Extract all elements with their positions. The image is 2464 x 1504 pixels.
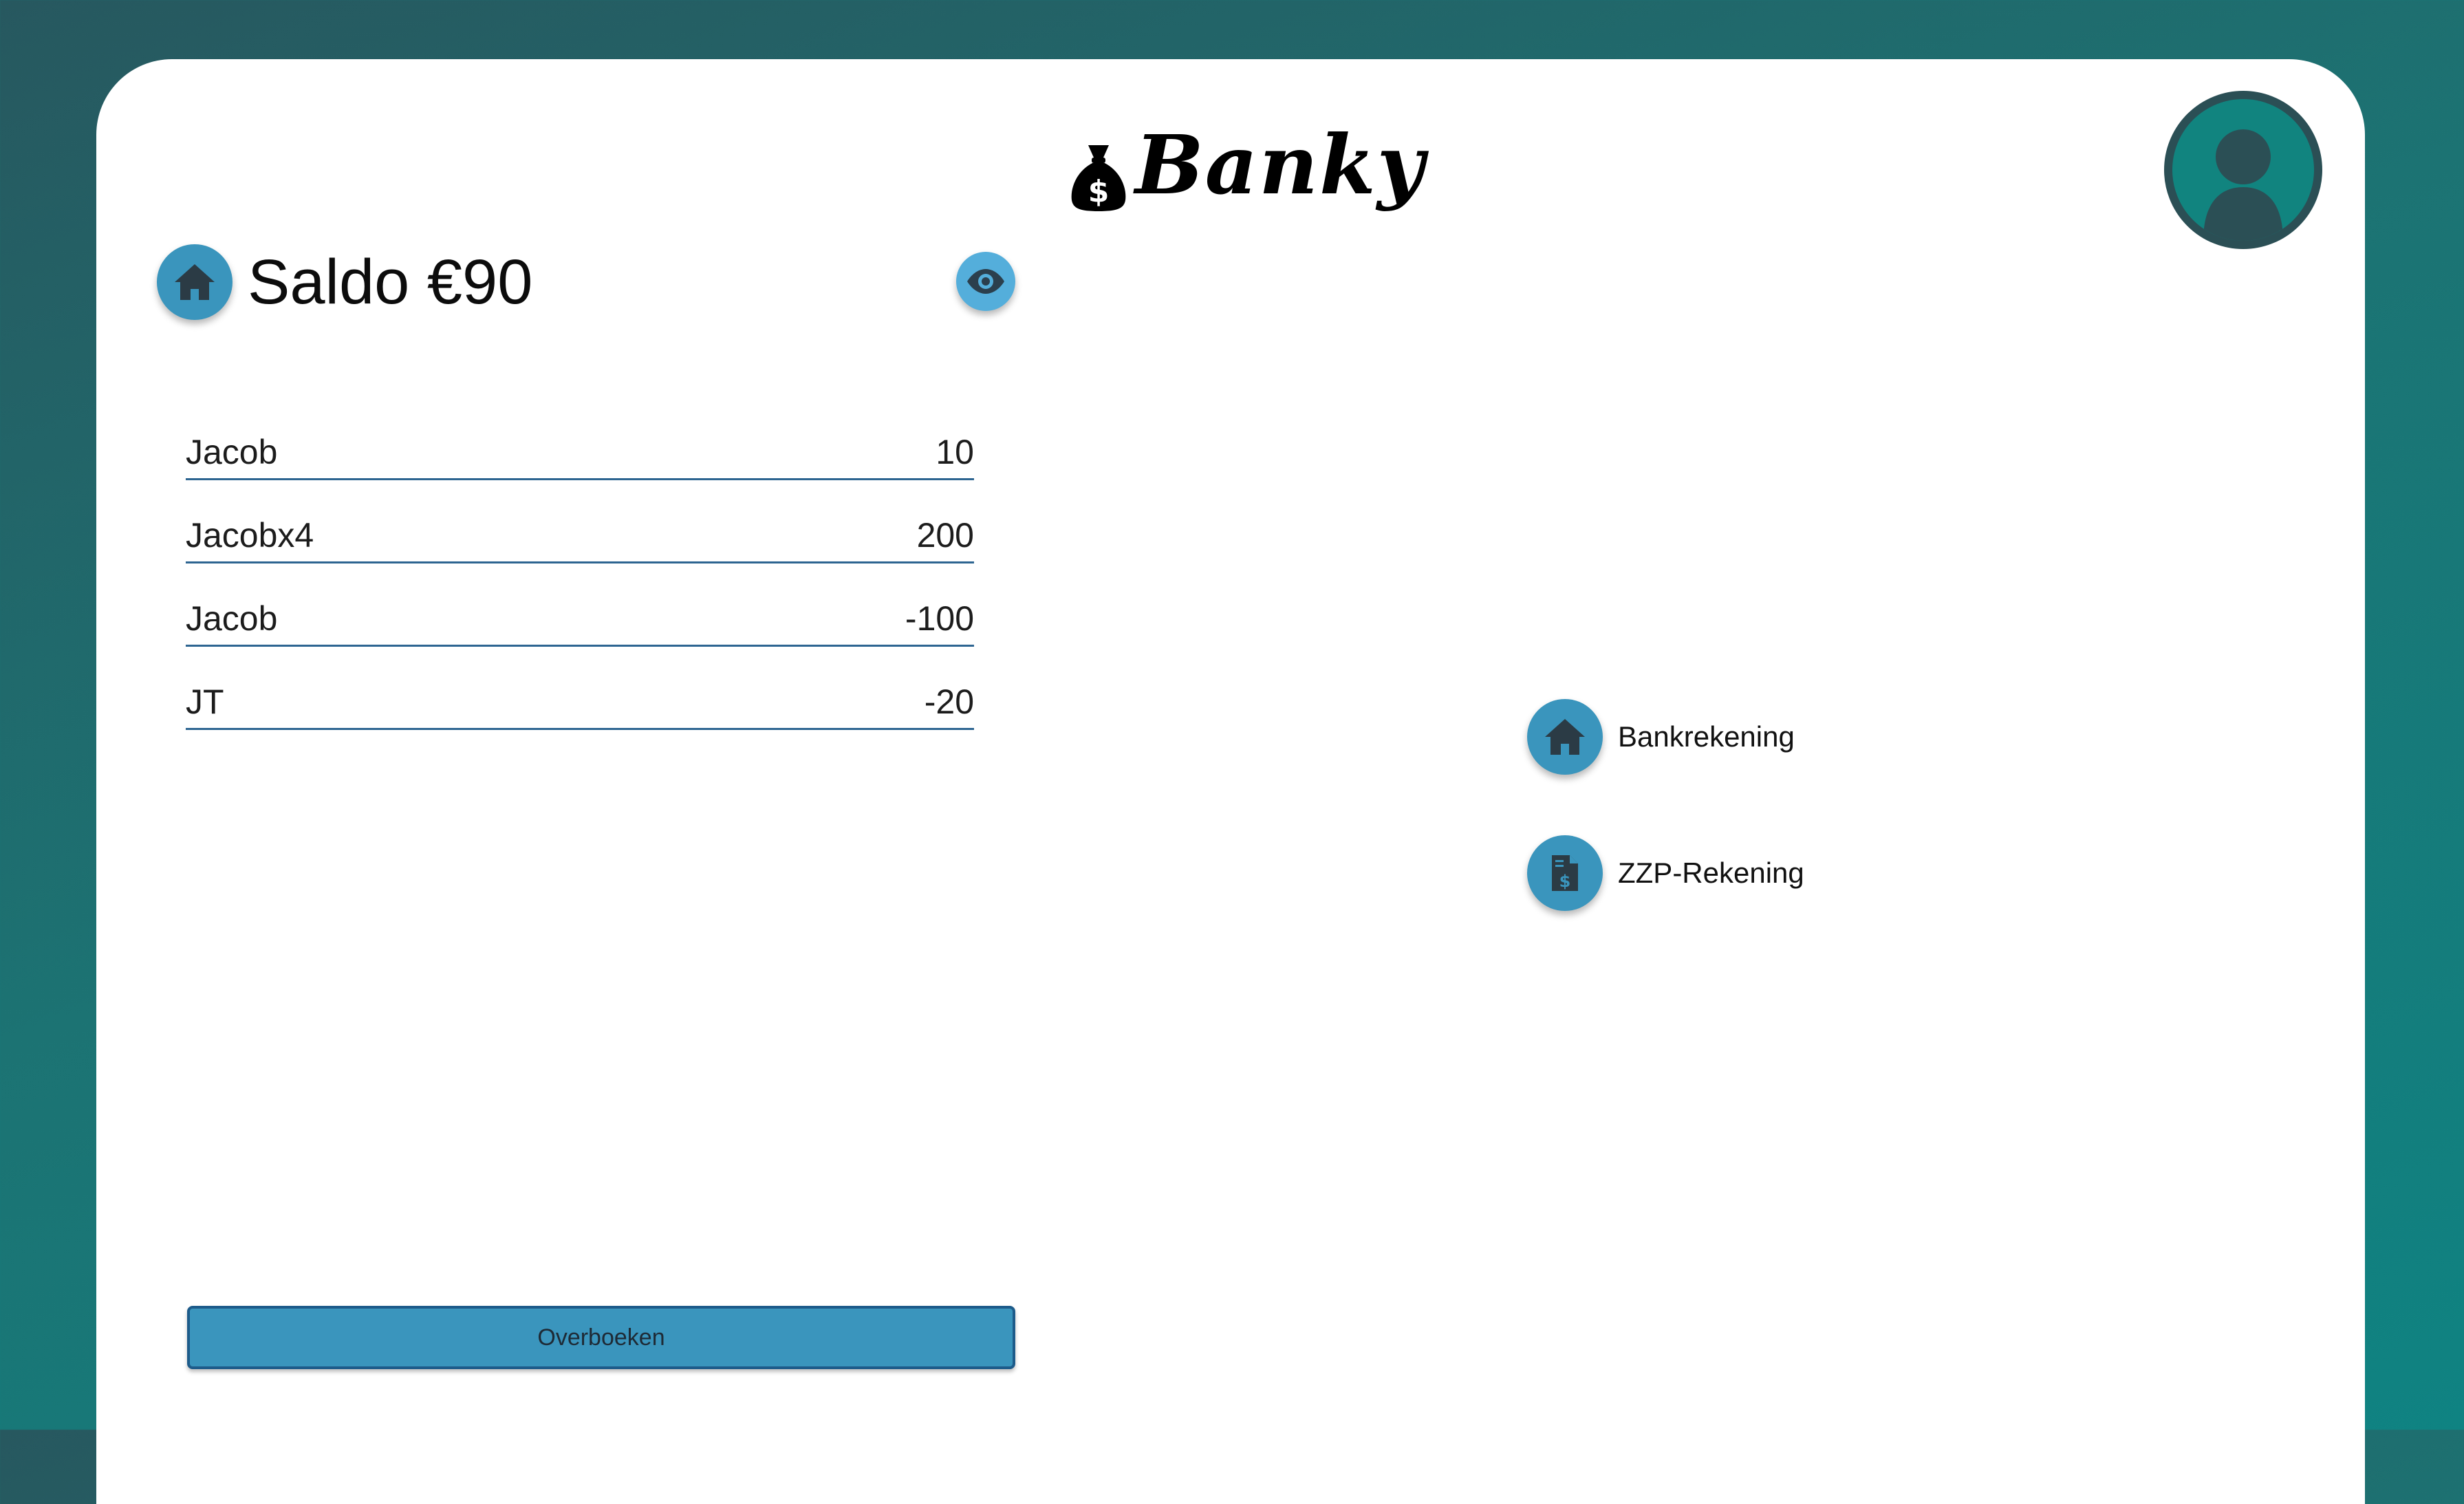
app-title: Banky xyxy=(1135,117,1426,213)
transaction-amount: -100 xyxy=(905,599,974,638)
account-label[interactable]: Bankrekening xyxy=(1618,720,1795,753)
transaction-name: Jacobx4 xyxy=(186,516,314,555)
account-item-zzp-rekening[interactable]: $ ZZP-Rekening xyxy=(1527,835,1804,911)
eye-icon xyxy=(967,269,1004,294)
transaction-amount: 10 xyxy=(936,433,974,471)
transaction-name: JT xyxy=(186,683,224,721)
money-bag-icon: $ xyxy=(1071,145,1126,211)
svg-text:$: $ xyxy=(1088,174,1110,209)
app-logo[interactable]: $ Banky xyxy=(1069,110,1425,220)
transaction-list: Jacob 10 Jacobx4 200 Jacob -100 JT -20 xyxy=(186,422,974,730)
account-bankrekening-button[interactable] xyxy=(1527,699,1603,775)
home-icon xyxy=(175,264,215,300)
transaction-row[interactable]: Jacobx4 200 xyxy=(186,480,974,563)
user-avatar-icon xyxy=(2203,129,2283,241)
transaction-amount: -20 xyxy=(924,683,974,721)
transaction-row[interactable]: Jacob 10 xyxy=(186,422,974,480)
transaction-row[interactable]: JT -20 xyxy=(186,647,974,730)
transfer-button[interactable]: Overboeken xyxy=(187,1306,1015,1369)
svg-text:$: $ xyxy=(1559,872,1571,891)
transaction-name: Jacob xyxy=(186,433,278,471)
profile-avatar[interactable] xyxy=(2164,91,2322,249)
balance-label: Saldo €90 xyxy=(248,247,533,317)
toggle-visibility-button[interactable] xyxy=(956,252,1015,311)
home-button[interactable] xyxy=(157,244,233,320)
transaction-row[interactable]: Jacob -100 xyxy=(186,563,974,647)
transaction-name: Jacob xyxy=(186,599,278,638)
home-icon xyxy=(1545,719,1585,755)
account-item-bankrekening[interactable]: Bankrekening xyxy=(1527,699,1795,775)
account-label[interactable]: ZZP-Rekening xyxy=(1618,857,1804,890)
invoice-dollar-icon: $ xyxy=(1552,855,1578,891)
transaction-amount: 200 xyxy=(916,516,974,555)
account-zzp-rekening-button[interactable]: $ xyxy=(1527,835,1603,911)
